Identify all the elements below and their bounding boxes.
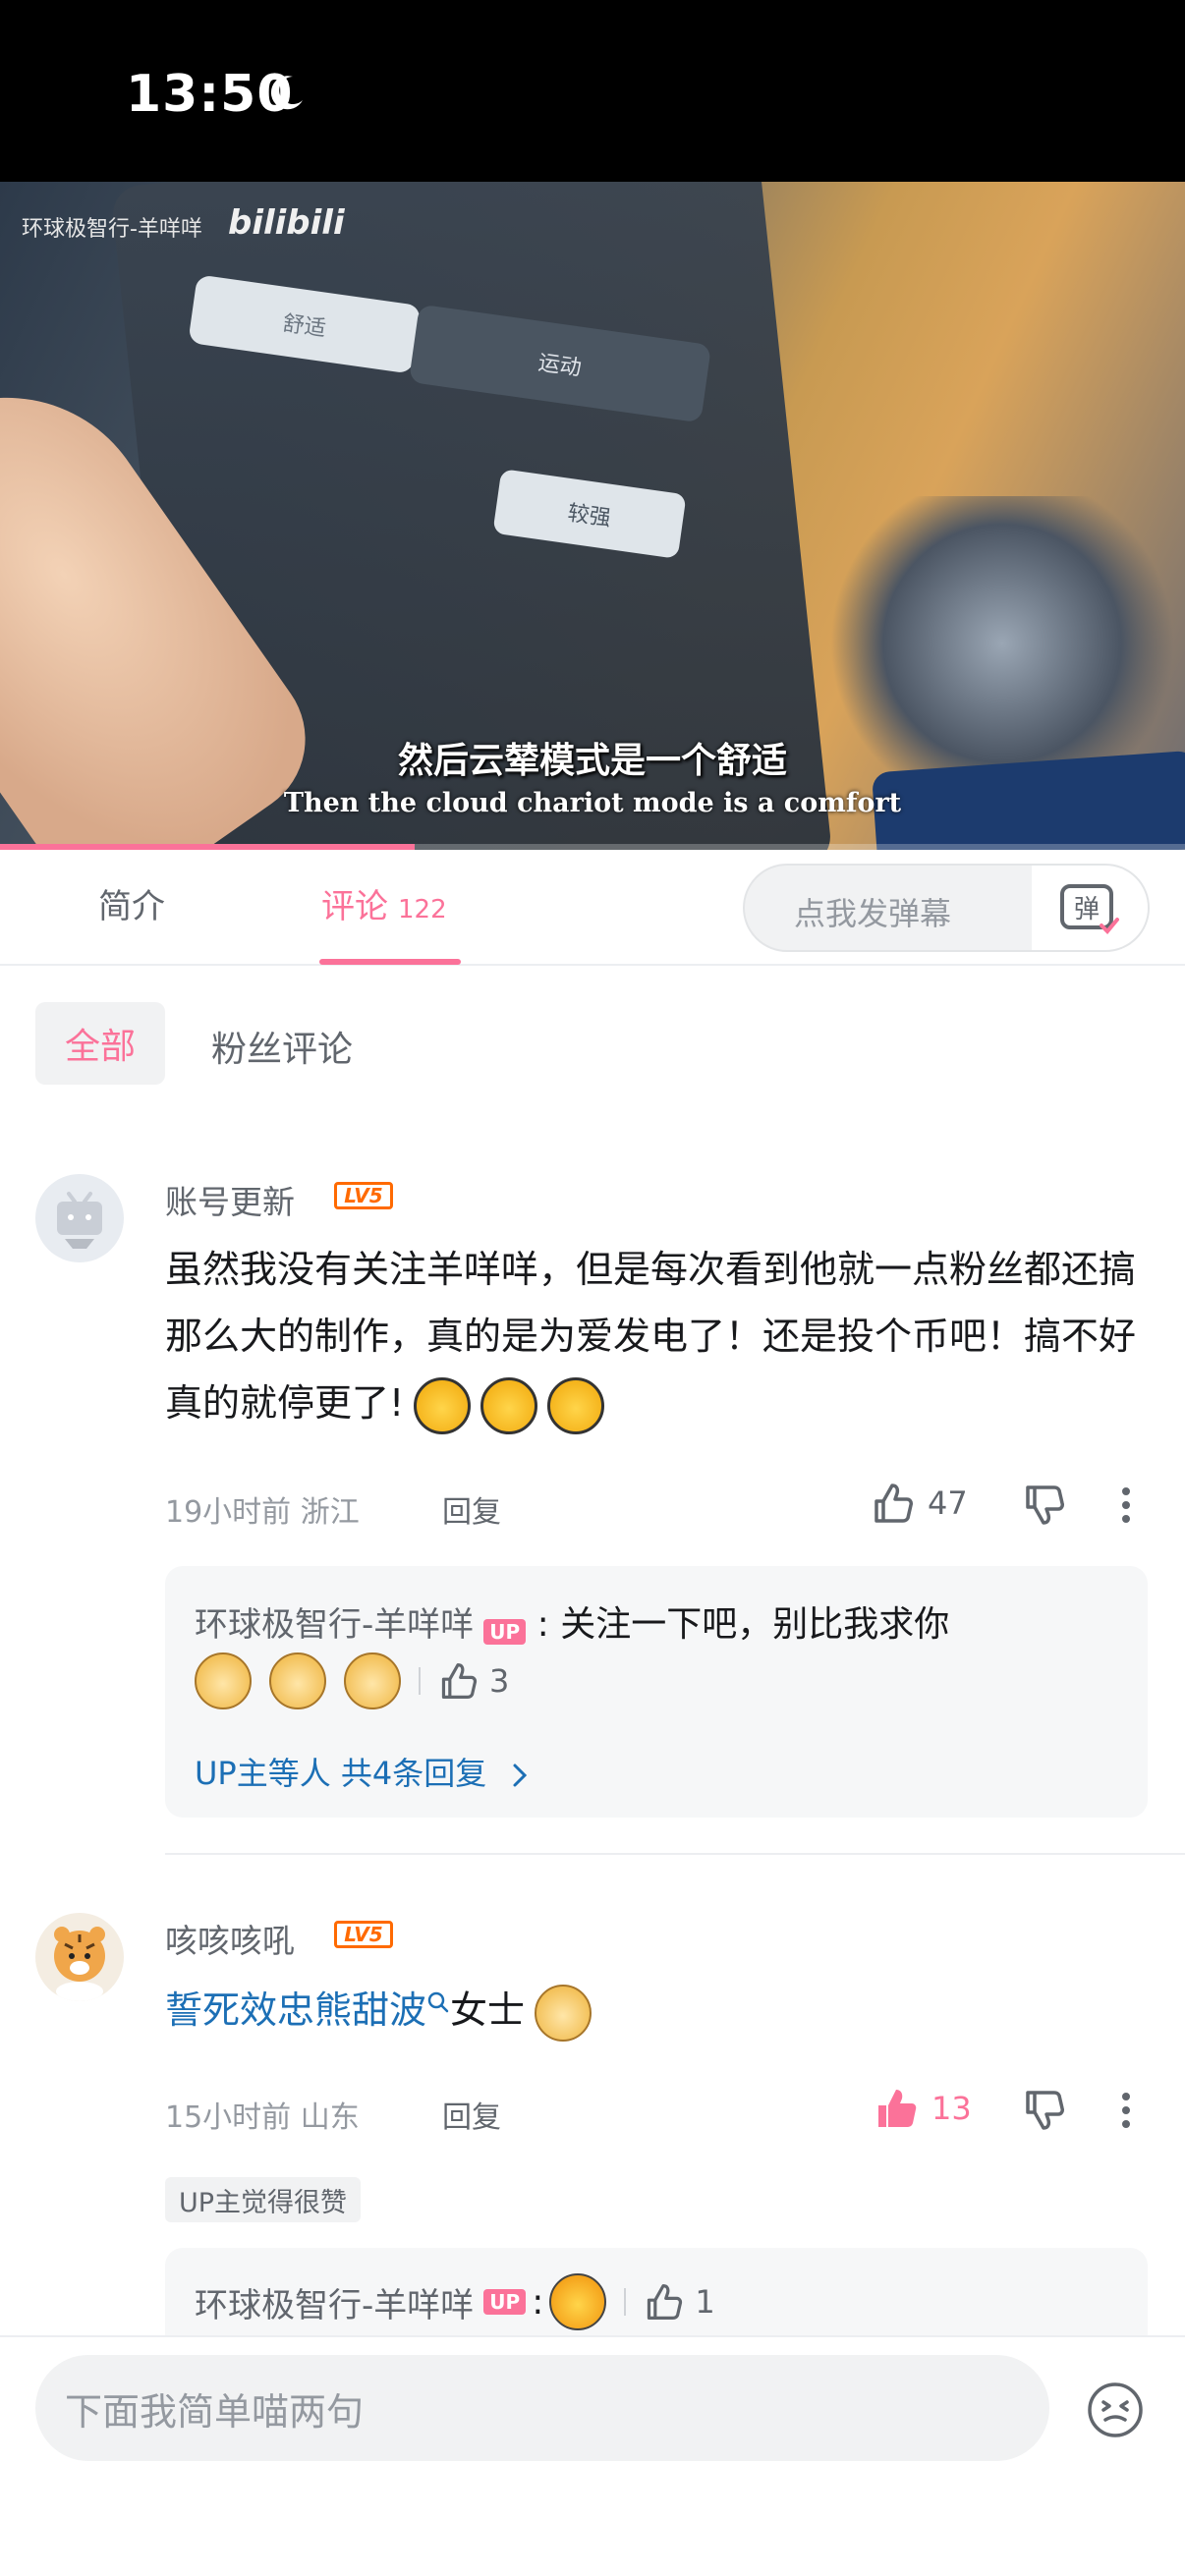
- reply-button[interactable]: 回复: [442, 2093, 501, 2136]
- comment-text-content: 虽然我没有关注羊咩咩，但是每次看到他就一点粉丝都还搞那么大的制作，真的是为爱发电…: [165, 1248, 1137, 1425]
- like-button-active[interactable]: 13: [875, 2087, 972, 2130]
- doge-emoji-icon: [344, 1652, 401, 1709]
- crying-laugh-emoji-icon: [547, 1376, 605, 1434]
- like-button[interactable]: 47: [871, 1482, 968, 1525]
- thumbs-up-icon[interactable]: [438, 1661, 478, 1701]
- status-bar: 13:50: [0, 0, 1185, 182]
- comment-username[interactable]: 账号更新: [165, 1176, 295, 1223]
- comment-username[interactable]: 咳咳咳吼: [165, 1915, 295, 1962]
- divider-bar: [624, 2288, 627, 2316]
- danmaku-icon: 弹: [1060, 884, 1119, 934]
- reply-emoji-row: 3: [195, 1652, 509, 1709]
- tab-intro[interactable]: 简介: [98, 879, 165, 927]
- tab-active-indicator: [319, 959, 461, 965]
- danmaku-input[interactable]: 点我发弹幕 弹: [743, 864, 1150, 952]
- reply-preview-box[interactable]: 环球极智行-羊咩咩 UP : 关注一下吧，别比我求你 3 UP主等人 共4条回复: [165, 1566, 1148, 1818]
- comment-text-content: 女士: [450, 1988, 526, 2032]
- comment-text: 虽然我没有关注羊咩咩，但是每次看到他就一点粉丝都还搞那么大的制作，真的是为爱发电…: [165, 1236, 1148, 1436]
- level-badge: LV5: [334, 1182, 393, 1209]
- more-options-icon[interactable]: [1112, 2089, 1140, 2132]
- filter-fans-button[interactable]: 粉丝评论: [211, 1021, 353, 1072]
- subtitle-chinese: 然后云辇模式是一个舒适: [397, 741, 787, 781]
- thumbs-down-icon[interactable]: [1022, 1484, 1065, 1527]
- thumbs-up-icon: [875, 1484, 913, 1523]
- divider-bar: [419, 1667, 421, 1695]
- reply-colon: :: [532, 2281, 544, 2323]
- reply-text: 关注一下吧，别比我求你: [560, 1604, 950, 1645]
- filter-all-button[interactable]: 全部: [35, 1002, 165, 1085]
- like-count: 47: [928, 1484, 968, 1522]
- doge-emoji-icon: [195, 1652, 252, 1709]
- tab-bar: 简介 评论 122 点我发弹幕 弹: [0, 850, 1185, 966]
- video-player[interactable]: 舒适 运动 较强 环球极智行-羊咩咩 bilibili 然后云辇模式是一个舒适 …: [0, 182, 1185, 850]
- comment-time-location: 15小时前 山东: [165, 2100, 360, 2135]
- reply-like-count: 3: [489, 1662, 510, 1700]
- comment-input-bar: 下面我简单喵两句: [0, 2335, 1185, 2576]
- comment-text: 誓死效忠熊甜波 女士: [165, 1977, 1148, 2044]
- default-tv-avatar-icon: [57, 1192, 102, 1249]
- crying-laugh-emoji-icon: [480, 1376, 538, 1434]
- up-tag: UP: [483, 2289, 527, 2315]
- uploader-watermark: 环球极智行-羊咩咩: [22, 217, 202, 242]
- up-liked-badge: UP主觉得很赞: [165, 2177, 362, 2222]
- danmaku-toggle-button[interactable]: 弹: [1032, 866, 1148, 950]
- tab-comments-label: 评论: [321, 887, 388, 926]
- thumbs-up-filled-icon: [878, 2090, 917, 2127]
- reply-button[interactable]: 回复: [442, 1487, 501, 1531]
- crying-laugh-emoji-icon: [414, 1376, 472, 1434]
- view-more-replies-text: UP主等人 共4条回复: [195, 1755, 487, 1792]
- thumbs-down-icon[interactable]: [1022, 2089, 1065, 2132]
- level-badge: LV5: [334, 1921, 393, 1948]
- comment-time-location: 19小时前 浙江: [165, 1495, 360, 1530]
- doge-emoji-icon: [535, 1984, 592, 2042]
- search-icon: [427, 1991, 449, 2013]
- tab-comments[interactable]: 评论 122: [321, 879, 447, 927]
- tiger-avatar-icon: [54, 1927, 105, 2001]
- avatar[interactable]: [35, 1913, 124, 2001]
- search-keyword-link[interactable]: 誓死效忠熊甜波: [165, 1988, 426, 2032]
- doge-emoji-icon: [269, 1652, 326, 1709]
- tab-comments-count: 122: [398, 895, 447, 924]
- view-more-replies-link[interactable]: UP主等人 共4条回复: [195, 1749, 532, 1794]
- reply-author[interactable]: 环球极智行-羊咩咩: [195, 2278, 474, 2326]
- like-count: 13: [931, 2090, 972, 2127]
- up-tag: UP: [483, 1618, 527, 1645]
- danmaku-placeholder: 点我发弹幕: [794, 895, 952, 932]
- comment-divider: [165, 1853, 1185, 1855]
- chevron-right-icon: [513, 1764, 528, 1787]
- avatar[interactable]: [35, 1174, 124, 1262]
- bilibili-logo: bilibili: [228, 203, 345, 243]
- reply-colon: :: [526, 1604, 561, 1645]
- moon-icon: [270, 76, 303, 110]
- subtitle-english: Then the cloud chariot mode is a comfort: [283, 788, 902, 818]
- reply-line: 环球极智行-羊咩咩 UP : 关注一下吧，别比我求你: [195, 1596, 949, 1647]
- reply-line: 环球极智行-羊咩咩 UP : 1: [195, 2273, 715, 2330]
- more-options-icon[interactable]: [1112, 1484, 1140, 1527]
- thumbs-up-icon[interactable]: [644, 2282, 683, 2322]
- reply-author[interactable]: 环球极智行-羊咩咩: [195, 1605, 474, 1645]
- comment-input[interactable]: 下面我简单喵两句: [35, 2355, 1049, 2461]
- heart-eyes-emoji-icon: [549, 2273, 607, 2330]
- emoji-picker-icon[interactable]: [1086, 2380, 1145, 2439]
- reply-like-count: 1: [695, 2283, 715, 2321]
- danmaku-icon-glyph: 弹: [1074, 895, 1100, 924]
